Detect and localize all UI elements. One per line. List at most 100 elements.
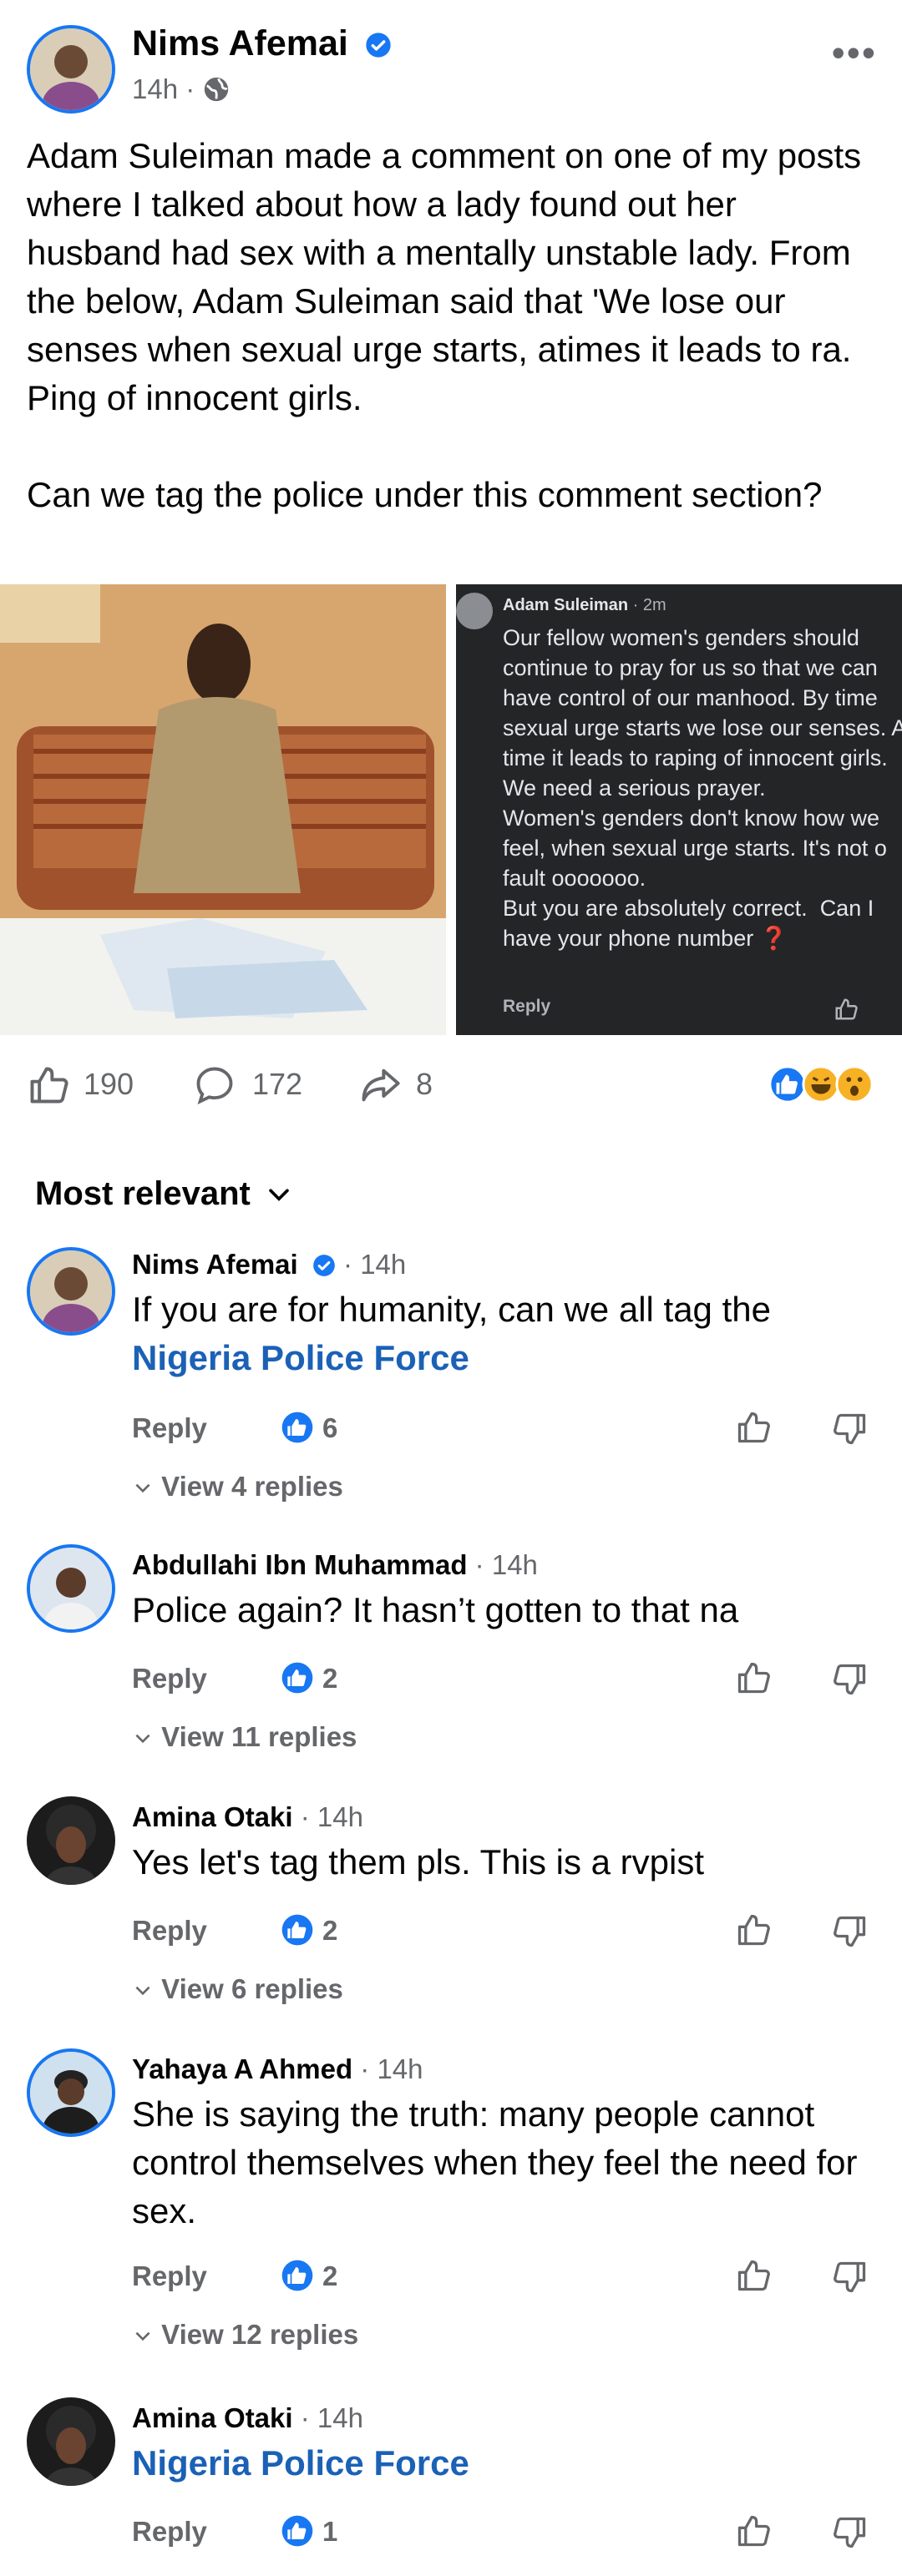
comment: Nims Afemai · 14h If you are for humanit… bbox=[0, 1244, 902, 1528]
comment-text: Nigeria Police Force bbox=[132, 2439, 867, 2488]
comment-like-icon[interactable] bbox=[735, 1409, 772, 1446]
reply-button[interactable]: Reply bbox=[132, 1915, 207, 1947]
view-replies-link[interactable]: View 12 replies bbox=[132, 2319, 358, 2351]
chevron-down-icon bbox=[135, 1734, 150, 1744]
post-header: Nims Afemai 14h · ••• bbox=[0, 0, 902, 125]
comment-time: · 14h bbox=[343, 1249, 407, 1280]
view-replies-label[interactable]: View 6 replies bbox=[161, 1973, 343, 2004]
commenter-name[interactable]: Abdullahi Ibn Muhammad · 14h bbox=[132, 1549, 538, 1581]
screenshot-text: Our fellow women's genders should contin… bbox=[503, 625, 902, 951]
commenter-name-text[interactable]: Abdullahi Ibn Muhammad bbox=[132, 1549, 468, 1580]
commenter-avatar[interactable] bbox=[27, 1247, 115, 1336]
comment-text: Police again? It hasn’t gotten to that n… bbox=[132, 1590, 739, 1629]
reply-button[interactable]: Reply bbox=[132, 2516, 207, 2548]
wow-reaction-icon bbox=[835, 1065, 874, 1104]
post-text: Adam Suleiman made a comment on one of m… bbox=[27, 136, 862, 514]
chevron-down-icon bbox=[135, 2331, 150, 2341]
comment-time: · 14h bbox=[300, 2402, 363, 2433]
commenter-name[interactable]: Yahaya A Ahmed · 14h bbox=[132, 2053, 423, 2085]
screenshot-time-value: 2m bbox=[642, 596, 666, 614]
comment-time-value: 14h bbox=[317, 1801, 363, 1832]
comment-like-badge-icon bbox=[281, 2260, 313, 2291]
commenter-name[interactable]: Amina Otaki · 14h bbox=[132, 1801, 363, 1833]
mention-link[interactable]: Nigeria Police Force bbox=[132, 2443, 469, 2483]
screenshot-author-name: Adam Suleiman bbox=[503, 596, 629, 614]
comment-icon[interactable] bbox=[192, 1063, 237, 1107]
comment-text-body: If you are for humanity, can we all tag … bbox=[132, 1290, 771, 1329]
comment-time-value: 14h bbox=[377, 2053, 423, 2084]
screenshot-like-icon bbox=[835, 998, 858, 1020]
meta-separator: · bbox=[185, 73, 203, 104]
screenshot-avatar bbox=[456, 593, 493, 629]
comment-like-badge-icon bbox=[281, 2515, 313, 2547]
commenter-avatar[interactable] bbox=[27, 2397, 115, 2486]
post-author-name[interactable]: Nims Afemai bbox=[132, 23, 348, 63]
post-photo-comment-screenshot[interactable]: Adam Suleiman · 2m Our fellow women's ge… bbox=[456, 584, 902, 1035]
comment-like-badge-icon bbox=[281, 1412, 313, 1443]
reply-button[interactable]: Reply bbox=[132, 1412, 207, 1444]
comment-like-icon[interactable] bbox=[735, 2513, 772, 2549]
commenter-name-text[interactable]: Nims Afemai bbox=[132, 1249, 298, 1280]
view-replies-link[interactable]: View 6 replies bbox=[132, 1973, 343, 2005]
view-replies-label[interactable]: View 4 replies bbox=[161, 1471, 343, 1502]
comment-like-count: 6 bbox=[322, 1412, 338, 1443]
like-icon[interactable] bbox=[27, 1063, 70, 1107]
globe-icon bbox=[205, 77, 229, 102]
comment-like-icon[interactable] bbox=[735, 1659, 772, 1696]
comment-dislike-icon[interactable] bbox=[832, 1913, 869, 1950]
chevron-down-icon bbox=[135, 1986, 150, 1996]
commenter-name[interactable]: Nims Afemai · 14h bbox=[132, 1249, 406, 1280]
comment-like-count: 2 bbox=[322, 2260, 338, 2291]
comment-dislike-icon[interactable] bbox=[832, 1661, 869, 1698]
comment-dislike-icon[interactable] bbox=[832, 1411, 869, 1447]
post-time[interactable]: 14h bbox=[132, 73, 178, 104]
more-options-button[interactable]: ••• bbox=[832, 30, 877, 75]
share-count[interactable]: 8 bbox=[416, 1067, 433, 1102]
mention-link[interactable]: Nigeria Police Force bbox=[132, 1338, 469, 1377]
comment: Amina Otaki · 14h Yes let's tag them pls… bbox=[0, 1796, 902, 2038]
comment-text: She is saying the truth: many people can… bbox=[132, 2094, 858, 2230]
commenter-name-text[interactable]: Amina Otaki bbox=[132, 2402, 293, 2433]
screenshot-author: Adam Suleiman · 2m bbox=[503, 596, 666, 615]
comment-dislike-icon[interactable] bbox=[832, 2259, 869, 2296]
comment: Abdullahi Ibn Muhammad · 14h Police agai… bbox=[0, 1544, 902, 1786]
comment: Yahaya A Ahmed · 14h She is saying the t… bbox=[0, 2048, 902, 2382]
chevron-down-icon bbox=[269, 1189, 289, 1201]
commenter-avatar[interactable] bbox=[27, 1796, 115, 1885]
comment-like-badge-icon bbox=[281, 1914, 313, 1946]
comment-text: Yes let's tag them pls. This is a rvpist bbox=[132, 1842, 704, 1881]
verified-icon bbox=[366, 33, 391, 58]
comment-time: · 14h bbox=[300, 1801, 363, 1832]
commenter-name[interactable]: Amina Otaki · 14h bbox=[132, 2402, 363, 2434]
commenter-avatar[interactable] bbox=[27, 2048, 115, 2137]
comment-like-icon[interactable] bbox=[735, 2257, 772, 2294]
view-replies-label[interactable]: View 11 replies bbox=[161, 1721, 357, 1752]
post-meta: 14h · bbox=[132, 73, 231, 105]
comment-sort-dropdown[interactable]: Most relevant bbox=[35, 1175, 293, 1213]
post-stats: 190 172 8 bbox=[0, 1052, 902, 1119]
commenter-name-text[interactable]: Amina Otaki bbox=[132, 1801, 293, 1832]
comment-count[interactable]: 172 bbox=[252, 1067, 302, 1102]
sort-label[interactable]: Most relevant bbox=[35, 1175, 251, 1212]
reply-button[interactable]: Reply bbox=[132, 2260, 207, 2292]
commenter-avatar[interactable] bbox=[27, 1544, 115, 1633]
verified-icon bbox=[313, 1255, 335, 1276]
comment-time-value: 14h bbox=[360, 1249, 407, 1280]
comment-time: · 14h bbox=[474, 1549, 538, 1580]
commenter-name-text[interactable]: Yahaya A Ahmed bbox=[132, 2053, 352, 2084]
comment-like-icon[interactable] bbox=[735, 1912, 772, 1948]
view-replies-label[interactable]: View 12 replies bbox=[161, 2319, 358, 2350]
view-replies-link[interactable]: View 11 replies bbox=[132, 1721, 357, 1753]
reply-button[interactable]: Reply bbox=[132, 1663, 207, 1695]
share-icon[interactable] bbox=[357, 1063, 403, 1107]
view-replies-link[interactable]: View 4 replies bbox=[132, 1471, 343, 1503]
author-avatar[interactable] bbox=[27, 25, 115, 114]
post-photo-man[interactable] bbox=[0, 584, 446, 1035]
like-count[interactable]: 190 bbox=[84, 1067, 134, 1102]
reaction-summary[interactable] bbox=[768, 1065, 877, 1105]
post-author[interactable]: Nims Afemai bbox=[132, 23, 392, 64]
screenshot-reply: Reply bbox=[503, 997, 551, 1016]
comment-time-value: 14h bbox=[491, 1549, 538, 1580]
comment-dislike-icon[interactable] bbox=[832, 2514, 869, 2551]
comment-like-count: 2 bbox=[322, 1915, 338, 1946]
